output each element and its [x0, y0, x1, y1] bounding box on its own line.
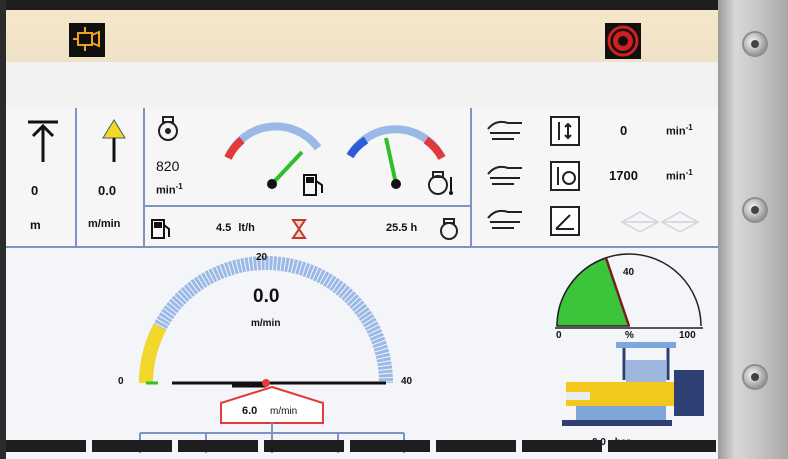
fuel-rate-unit: lt/h — [238, 222, 255, 234]
info-band — [6, 62, 718, 110]
diamond-indicators — [620, 211, 700, 233]
engine-hours: 25.5 h — [386, 222, 418, 234]
hand-control-icon[interactable] — [486, 117, 526, 143]
screw-middle — [744, 199, 766, 221]
engine-icon — [158, 116, 178, 141]
engine-rpm-unit-text: min — [156, 184, 176, 197]
softkey-8[interactable] — [608, 440, 716, 452]
softkey-6[interactable] — [436, 440, 516, 452]
engine-warning-icon[interactable] — [69, 23, 105, 57]
alarm-icon[interactable] — [605, 23, 641, 59]
softkey-2[interactable] — [92, 440, 172, 452]
control-row1-unit: min-1 — [666, 123, 693, 138]
divider — [143, 108, 145, 248]
softkey-5[interactable] — [350, 440, 430, 452]
control-row1-value: 0 — [620, 123, 628, 138]
gauge-top-label: 20 — [256, 252, 268, 263]
engine-rpm-value: 820 — [156, 158, 180, 174]
divider — [470, 108, 472, 248]
engine-rpm-exponent: -1 — [175, 182, 183, 191]
control-row2-exponent: -1 — [685, 168, 693, 177]
screed-angle-button-icon[interactable] — [550, 206, 580, 236]
control-row1-unit-text: min — [666, 125, 686, 138]
control-row1-exponent: -1 — [685, 123, 693, 132]
hand-control-icon[interactable] — [486, 162, 526, 188]
paver-machine-icon — [562, 342, 704, 426]
set-speed-unit: m/min — [270, 406, 298, 417]
fuel-rate-icon — [151, 219, 170, 239]
vibration-button-icon[interactable] — [550, 116, 580, 146]
control-row2-unit-text: min — [666, 170, 686, 183]
display-screen: 0 m 0.0 m/min 820 min-1 4.5 lt/h 25.5 h … — [6, 10, 718, 459]
bezel-top — [0, 0, 718, 10]
softkey-7[interactable] — [522, 440, 602, 452]
distance-unit: m — [30, 218, 41, 232]
gauge-min-label: 0 — [118, 376, 124, 387]
engine-rpm-unit: min-1 — [156, 182, 183, 197]
set-speed-box[interactable] — [217, 385, 327, 425]
device-bezel — [718, 0, 788, 459]
softkey-4[interactable] — [264, 440, 344, 452]
hourglass-icon — [291, 219, 307, 239]
set-speed-value: 6.0 — [242, 405, 258, 417]
screw-bottom — [744, 366, 766, 388]
distance-icon — [28, 120, 58, 162]
fuel-rate-value: 4.5 — [216, 222, 232, 234]
distance-value: 0 — [31, 183, 39, 198]
engine-temperature-icon — [428, 171, 453, 195]
gauge-end-label: 40 — [401, 376, 413, 387]
fuel-rate: 4.5 lt/h — [216, 222, 255, 234]
paving-speed-value: 0.0 — [253, 286, 280, 307]
softkey-3[interactable] — [178, 440, 258, 452]
softkey-1[interactable] — [6, 440, 86, 452]
hand-control-icon[interactable] — [486, 206, 526, 232]
control-row2-value: 1700 — [609, 168, 638, 183]
tamper-button-icon[interactable] — [550, 161, 580, 191]
speed-unit: m/min — [88, 218, 121, 230]
control-row2-unit: min-1 — [666, 168, 693, 183]
screw-top — [744, 33, 766, 55]
speed-value: 0.0 — [98, 183, 117, 198]
fuel-pump-icon — [303, 174, 323, 196]
status-bar — [6, 10, 718, 62]
divider — [75, 108, 77, 248]
divider — [143, 205, 470, 207]
paving-speed-unit: m/min — [251, 318, 281, 329]
percent-marker-label: 40 — [623, 267, 635, 278]
engine-hours-icon — [440, 218, 458, 240]
travel-speed-icon — [102, 119, 126, 162]
